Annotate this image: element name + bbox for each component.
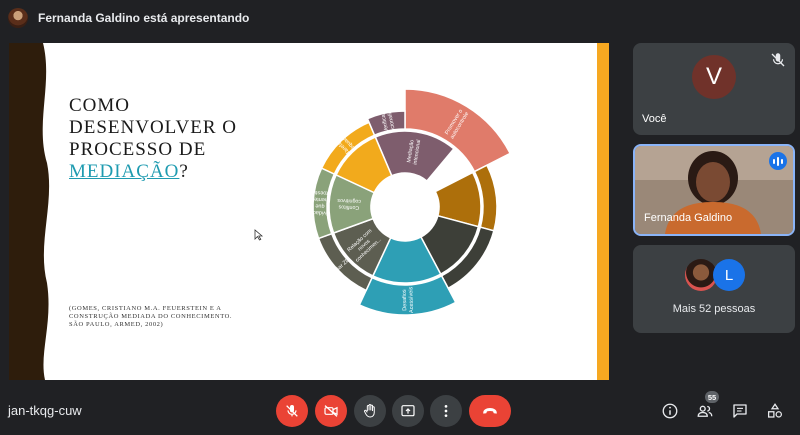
- wheel-center: [372, 174, 438, 240]
- participants-button[interactable]: [694, 400, 716, 422]
- self-tile[interactable]: V Você: [633, 43, 795, 135]
- speaking-indicator-icon: [769, 152, 787, 170]
- speaker-label: Fernanda Galdino: [644, 212, 733, 224]
- participant-avatars: L: [685, 259, 749, 291]
- mediation-wheel-diagram: Promover oautocontroleDesafiosAcessíveis…: [304, 88, 512, 316]
- activities-button[interactable]: [764, 400, 786, 422]
- self-avatar: V: [692, 55, 736, 99]
- present-screen-icon: [401, 405, 415, 417]
- participant-count-badge: 55: [705, 391, 719, 403]
- self-label: Você: [642, 113, 667, 125]
- participant-avatar-initial: L: [713, 259, 745, 291]
- more-vertical-icon: [444, 405, 448, 417]
- citation-line: (GOMES, CRISTIANO M.A. FEUERSTEIN E A: [69, 305, 222, 312]
- shared-slide: COMO DESENVOLVER O PROCESSO DE MEDIAÇÃO?…: [9, 43, 609, 380]
- slide-citation: (GOMES, CRISTIANO M.A. FEUERSTEIN E A CO…: [69, 305, 299, 329]
- wheel-outer-label: DesafiosAcessíveis: [402, 286, 415, 313]
- activities-shapes-icon: [767, 403, 783, 418]
- speaker-tile[interactable]: Fernanda Galdino: [633, 144, 795, 236]
- raise-hand-button[interactable]: [354, 395, 386, 427]
- citation-line: CONSTRUÇÃO MEDIADA DO CONHECIMENTO.: [69, 313, 233, 320]
- presenter-avatar: [8, 8, 28, 28]
- slide-title-line: PROCESSO DE: [69, 139, 207, 160]
- presenter-banner: Fernanda Galdino está apresentando: [0, 0, 800, 36]
- mic-off-icon: [286, 405, 298, 417]
- meeting-details-button[interactable]: [659, 400, 681, 422]
- more-participants-tile[interactable]: L Mais 52 pessoas: [633, 245, 795, 333]
- chat-button[interactable]: [729, 400, 751, 422]
- people-icon: [697, 405, 713, 417]
- hang-up-icon: [483, 408, 497, 414]
- wheel-inner-label: Conflitoscognitivos: [337, 197, 361, 211]
- more-participants-label: Mais 52 pessoas: [672, 303, 756, 315]
- bottom-toolbar: jan-tkqg-cuw: [0, 390, 800, 435]
- presenter-banner-text: Fernanda Galdino está apresentando: [38, 11, 250, 25]
- leave-call-button[interactable]: [469, 395, 511, 427]
- slide-title-line: DESENVOLVER O: [69, 117, 237, 138]
- raise-hand-icon: [364, 403, 375, 418]
- slide-title-suffix: ?: [179, 161, 189, 182]
- citation-line: SÃO PAULO, ARMED, 2002): [69, 321, 164, 328]
- more-options-button[interactable]: [430, 395, 462, 427]
- slide-title-line: COMO: [69, 95, 131, 116]
- chat-icon: [733, 404, 747, 418]
- present-screen-button[interactable]: [392, 395, 424, 427]
- mouse-cursor-icon: [254, 229, 264, 241]
- camera-off-icon: [324, 405, 338, 417]
- mic-off-icon: [771, 53, 785, 67]
- info-icon: [662, 403, 678, 419]
- slide-title-highlight: MEDIAÇÃO: [69, 161, 180, 182]
- slide-title: COMO DESENVOLVER O PROCESSO DE MEDIAÇÃO?: [69, 95, 237, 183]
- toggle-camera-button[interactable]: [315, 395, 347, 427]
- toggle-microphone-button[interactable]: [276, 395, 308, 427]
- meeting-code: jan-tkqg-cuw: [8, 403, 82, 418]
- slide-accent-stripe: [597, 43, 609, 380]
- slide-decorative-edge: [9, 43, 50, 380]
